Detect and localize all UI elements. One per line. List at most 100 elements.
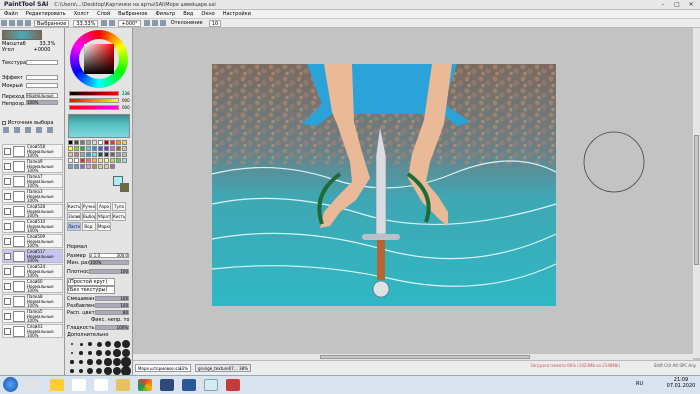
color-swatch[interactable] [80,158,85,163]
color-swatch[interactable] [104,164,109,169]
rotate-right-icon[interactable] [151,20,158,26]
flip-icon[interactable] [159,20,166,26]
color-swatch[interactable] [98,146,103,151]
color-swatch[interactable] [98,164,103,169]
brush-size-preset[interactable] [88,342,92,346]
color-swatch[interactable] [92,146,97,151]
menu-edit[interactable]: Редактировать [22,11,70,17]
green-slider[interactable] [69,98,119,103]
horizontal-scroll-thumb[interactable] [320,355,530,359]
document-tab-1[interactable]: Море штормовое.sai 33% [135,364,191,372]
menu-window[interactable]: Окно [197,11,218,17]
taskbar-yandex-browser-icon[interactable] [72,379,86,391]
color-swatch[interactable] [98,152,103,157]
texture-select[interactable] [26,60,58,65]
color-swatch[interactable] [74,164,79,169]
visibility-icon[interactable] [4,163,11,170]
visibility-icon[interactable] [4,298,11,305]
color-swatch[interactable] [116,158,121,163]
color-swatch[interactable] [116,146,121,151]
extra-settings-toggle[interactable]: Дополнительно [67,332,108,338]
blend-mode-select[interactable]: Нормальные [26,93,58,98]
color-swatch[interactable] [116,140,121,145]
taskbar-y-icon[interactable] [94,379,108,391]
navigator-thumbnail[interactable] [2,30,42,40]
tool-button[interactable]: Кисть [112,212,126,221]
pin-checkbox[interactable] [2,120,6,125]
color-swatch[interactable] [92,158,97,163]
brush-size-preset[interactable] [70,351,74,355]
tool-button[interactable]: Кисть [67,202,81,211]
color-swatch[interactable] [104,140,109,145]
tool-button[interactable]: Аэро [97,202,111,211]
current-color-bg[interactable] [120,183,129,192]
artwork[interactable] [133,28,693,358]
brush-size-preset[interactable] [71,343,73,345]
brush-size-preset[interactable] [95,358,103,366]
color-swatch[interactable] [68,140,73,145]
color-swatch[interactable] [110,140,115,145]
brush-size-preset[interactable] [104,349,112,357]
color-swatch[interactable] [74,152,79,157]
taskbar-word-icon[interactable] [182,379,196,391]
brush-size-preset[interactable] [78,368,84,374]
color-swatch[interactable] [110,146,115,151]
brush-size-preset[interactable] [96,350,102,356]
color-swatch[interactable] [104,152,109,157]
color-swatch[interactable] [80,164,85,169]
tool-button[interactable]: Заливка [67,212,81,221]
visibility-icon[interactable] [4,328,11,335]
visibility-icon[interactable] [4,148,11,155]
layer-row[interactable]: Слой510 Нормальные 100% [2,219,63,233]
brush-size-preset[interactable] [112,357,122,367]
brush-size-preset[interactable] [104,367,112,375]
color-swatch[interactable] [74,140,79,145]
layer-row[interactable]: Слой517 Нормальные 100% [2,249,63,263]
dilution-slider[interactable]: 100 [95,303,129,308]
menu-filter[interactable]: Фильтр [151,11,179,17]
smooth-slider[interactable]: 100% [95,325,129,330]
start-button[interactable] [3,377,18,392]
color-swatch[interactable] [98,140,103,145]
density-slider[interactable]: 100 [89,269,129,274]
layer-row[interactable]: Папка5 Нормальные 100% [2,309,63,323]
color-swatch[interactable] [86,152,91,157]
color-swatch[interactable] [122,146,127,151]
brush-size-preset[interactable] [87,368,93,374]
color-swatch[interactable] [74,158,79,163]
color-swatch[interactable] [110,164,115,169]
visibility-icon[interactable] [4,253,11,260]
brush-size-preset[interactable] [79,351,83,355]
persistence-slider[interactable]: 80 [95,310,129,315]
brush-shape-select[interactable]: (Простой круг) [67,278,115,286]
minimize-button[interactable]: – [656,0,670,9]
scratchpad[interactable] [68,114,130,138]
tool-button[interactable]: Маркер [97,222,111,231]
taskbar-sai-icon[interactable] [204,379,218,391]
color-swatch[interactable] [86,158,91,163]
invert-selection-icon[interactable] [25,20,31,26]
layer-row[interactable]: Слой43 Нормальные 100% [2,324,63,338]
new-folder-icon[interactable] [14,127,20,133]
color-swatch[interactable] [110,152,115,157]
layer-row[interactable]: Слой558 Нормальные 100% [2,144,63,158]
min-size-slider[interactable]: 100% [89,260,129,265]
taskbar-explorer-icon[interactable] [116,379,130,391]
color-swatch[interactable] [116,152,121,157]
tool-button[interactable]: Убрать [97,212,111,221]
canvas-area[interactable] [133,28,693,358]
red-slider[interactable] [69,91,119,96]
brush-size-preset[interactable] [105,341,111,347]
brush-size-preset[interactable] [95,367,103,375]
opacity-slider[interactable]: 100% [26,100,58,105]
taskbar-opera-icon[interactable] [160,379,174,391]
rotate-left-icon[interactable] [143,20,150,26]
zoom-in-icon[interactable] [101,20,108,26]
visibility-icon[interactable] [4,208,11,215]
zoom-field[interactable]: 33.33% [73,19,99,27]
language-indicator[interactable]: RU [636,381,643,387]
color-swatch[interactable] [68,164,73,169]
taskbar-chrome-icon[interactable] [138,379,152,391]
visibility-icon[interactable] [4,283,11,290]
menu-file[interactable]: Файл [0,11,22,17]
